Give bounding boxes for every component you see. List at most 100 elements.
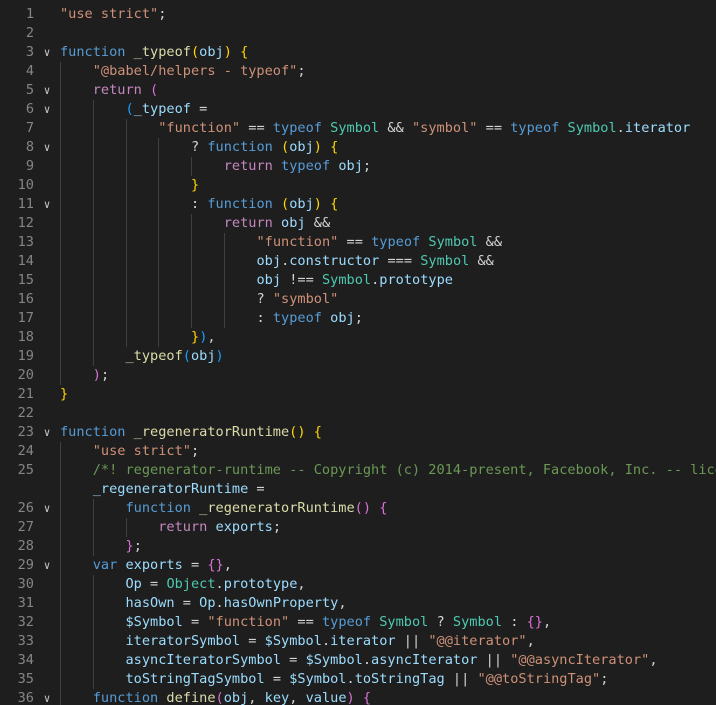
code-token: ( xyxy=(150,82,159,98)
code-token: () xyxy=(289,424,306,440)
code-line[interactable]: 6 ∨ (_typeof = xyxy=(0,100,716,119)
fold-chevron-icon[interactable]: ∨ xyxy=(41,81,53,100)
fold-chevron-icon[interactable]: ∨ xyxy=(41,423,53,442)
code-text: (_typeof = xyxy=(126,100,208,119)
code-line[interactable]: 35 toStringTagSymbol = $Symbol.toStringTa… xyxy=(0,670,716,689)
indent-guide xyxy=(60,366,61,385)
line-number: 28 xyxy=(17,538,34,554)
code-line[interactable]: 11 ∨: function (obj) { xyxy=(0,195,716,214)
line-number: 17 xyxy=(17,310,34,326)
code-token: ? xyxy=(191,139,208,155)
code-text: return exports; xyxy=(158,518,281,537)
code-line[interactable]: 29 ∨ var exports = {}, xyxy=(0,556,716,575)
code-token: () xyxy=(354,500,372,516)
code-token: toStringTagSymbol xyxy=(125,671,265,687)
indent-guide xyxy=(60,347,61,366)
code-token: exports xyxy=(215,519,273,535)
line-number: 26 xyxy=(17,500,34,516)
code-text: function define(obj, key, value) { xyxy=(93,689,371,705)
code-token: . xyxy=(616,120,625,136)
fold-chevron-icon[interactable]: ∨ xyxy=(41,195,53,214)
indent-guide xyxy=(92,575,94,594)
fold-chevron-icon[interactable]: ∨ xyxy=(41,499,53,518)
code-token: key xyxy=(264,690,290,705)
indent-guide xyxy=(92,195,94,214)
code-token: ; xyxy=(354,310,363,326)
code-text: ); xyxy=(93,366,109,385)
code-line[interactable]: _regeneratorRuntime = xyxy=(0,480,716,499)
code-token: "function" xyxy=(207,614,290,630)
code-line[interactable]: 32 $Symbol = "function" == typeof Symbol … xyxy=(0,613,716,632)
code-line[interactable]: 33 iteratorSymbol = $Symbol.iterator || "… xyxy=(0,632,716,651)
code-token: $Symbol xyxy=(305,652,363,668)
code-token: hasOwnProperty xyxy=(223,595,339,611)
fold-chevron-icon[interactable]: ∨ xyxy=(41,138,53,157)
code-line[interactable]: 2 xyxy=(0,24,716,43)
code-line[interactable]: 31 hasOwn = Op.hasOwnProperty, xyxy=(0,594,716,613)
code-line[interactable]: 26 ∨ function _regeneratorRuntime() { xyxy=(0,499,716,518)
line-number: 35 xyxy=(17,671,34,687)
code-line[interactable]: 9 return typeof obj; xyxy=(0,157,716,176)
code-line[interactable]: 1 "use strict"; xyxy=(0,5,716,24)
code-line[interactable]: 16? "symbol" xyxy=(0,290,716,309)
code-token: , xyxy=(542,614,552,630)
indent-guide xyxy=(158,233,160,252)
code-line[interactable]: 22 xyxy=(0,404,716,423)
code-text: hasOwn = Op.hasOwnProperty, xyxy=(126,594,347,613)
indent-guide xyxy=(158,328,160,347)
code-line[interactable]: 20); xyxy=(0,366,716,385)
code-token: ; xyxy=(158,6,167,22)
line-number: 7 xyxy=(25,120,34,136)
code-editor[interactable]: 1 "use strict"; 2 3 ∨ function _typeof(obj) {… xyxy=(0,0,716,705)
code-line[interactable]: 3 ∨ function _typeof(obj) { xyxy=(0,43,716,62)
code-line[interactable]: 19 _typeof(obj) xyxy=(0,347,716,366)
code-token: _regeneratorRuntime xyxy=(92,481,249,497)
code-token: "symbol" xyxy=(272,291,339,307)
code-line[interactable]: 10} xyxy=(0,176,716,195)
fold-chevron-icon[interactable]: ∨ xyxy=(41,43,53,62)
code-line[interactable]: 28}; xyxy=(0,537,716,556)
code-line[interactable]: 30 Op = Object.prototype, xyxy=(0,575,716,594)
code-token: , xyxy=(338,595,347,611)
code-line[interactable]: 8 ∨? function (obj) { xyxy=(0,138,716,157)
code-line[interactable]: 14 obj.constructor === Symbol && xyxy=(0,252,716,271)
code-line[interactable]: 36 ∨ function define(obj, key, value) { xyxy=(0,689,716,705)
code-line[interactable]: 18}), xyxy=(0,328,716,347)
code-line[interactable]: 17: typeof obj; xyxy=(0,309,716,328)
fold-chevron-icon[interactable]: ∨ xyxy=(41,100,53,119)
line-number: 20 xyxy=(17,367,34,383)
code-token: , xyxy=(526,633,535,649)
code-token: return xyxy=(223,158,273,174)
code-token: Symbol xyxy=(321,272,372,288)
indent-guide xyxy=(191,214,192,233)
indent-guide xyxy=(60,537,61,556)
code-token: { xyxy=(313,424,322,440)
fold-chevron-icon[interactable]: ∨ xyxy=(41,689,53,705)
fold-chevron-icon[interactable]: ∨ xyxy=(41,556,53,575)
code-line[interactable]: 24 "use strict"; xyxy=(0,442,716,461)
code-line[interactable]: 25 /*! regenerator-runtime -- Copyright (… xyxy=(0,461,716,480)
code-line[interactable]: 12 return obj && xyxy=(0,214,716,233)
code-line[interactable]: 21} xyxy=(0,385,716,404)
code-line[interactable]: 4 "@babel/helpers - typeof"; xyxy=(0,62,716,81)
code-line[interactable]: 23 ∨ function _regeneratorRuntime() { xyxy=(0,423,716,442)
code-line[interactable]: 15 obj !== Symbol.prototype xyxy=(0,271,716,290)
code-token: ) xyxy=(313,139,322,155)
code-token: ( xyxy=(182,348,191,364)
code-token: , xyxy=(289,690,306,705)
code-token: typeof xyxy=(371,234,421,250)
code-line[interactable]: 7 "function" == typeof Symbol && "symbol"… xyxy=(0,119,716,138)
code-text: "@babel/helpers - typeof"; xyxy=(93,62,306,81)
code-line[interactable]: 13 "function" == typeof Symbol && xyxy=(0,233,716,252)
code-token: function xyxy=(207,139,273,155)
line-number: 6 xyxy=(25,101,34,117)
code-line[interactable]: 27 return exports; xyxy=(0,518,716,537)
code-line[interactable]: 5 ∨ return ( xyxy=(0,81,716,100)
code-line[interactable]: 34 asyncIteratorSymbol = $Symbol.asyncIte… xyxy=(0,651,716,670)
